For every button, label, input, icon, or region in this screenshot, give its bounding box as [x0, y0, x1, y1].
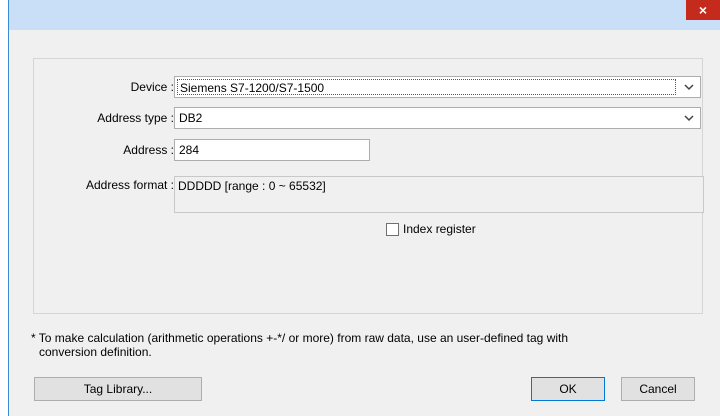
address-input[interactable]: 284	[174, 139, 370, 161]
close-icon: ×	[698, 2, 708, 18]
device-select[interactable]: Siemens S7-1200/S7-1500	[174, 76, 701, 98]
settings-panel: Device : Siemens S7-1200/S7-1500 Address…	[33, 58, 704, 314]
close-button[interactable]: ×	[686, 0, 720, 20]
index-register-label[interactable]: Index register	[403, 221, 476, 237]
note-line-2: conversion definition.	[39, 345, 152, 359]
tag-library-button[interactable]: Tag Library...	[34, 377, 202, 401]
dialog-window: × Device : Siemens S7-1200/S7-1500 Addre…	[8, 0, 720, 416]
address-label: Address :	[123, 143, 174, 157]
address-format-display: DDDDD [range : 0 ~ 65532]	[174, 176, 704, 213]
device-select-value: Siemens S7-1200/S7-1500	[177, 79, 676, 95]
address-type-value: DB2	[179, 111, 203, 125]
address-format-label: Address format :	[85, 178, 174, 192]
title-bar: ×	[9, 0, 720, 30]
address-type-select[interactable]: DB2	[174, 107, 701, 129]
note-line-1: * To make calculation (arithmetic operat…	[31, 331, 569, 345]
device-label: Device :	[130, 80, 174, 94]
address-format-value: DDDDD [range : 0 ~ 65532]	[178, 179, 326, 193]
address-type-label: Address type :	[97, 111, 174, 125]
index-register-checkbox[interactable]	[386, 223, 399, 236]
chevron-down-icon	[684, 84, 694, 91]
chevron-down-icon	[684, 115, 694, 122]
address-input-value: 284	[179, 143, 200, 157]
calculation-note: * To make calculation (arithmetic operat…	[31, 331, 711, 359]
cancel-button[interactable]: Cancel	[621, 377, 695, 401]
ok-button[interactable]: OK	[531, 377, 605, 401]
